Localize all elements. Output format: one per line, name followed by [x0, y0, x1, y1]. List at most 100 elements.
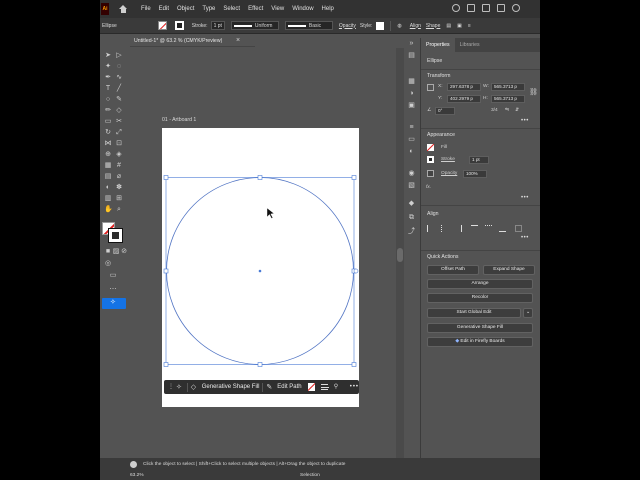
x-field[interactable]: 297.6378 p [447, 83, 481, 91]
handle-bottom [257, 362, 263, 367]
panel-icon-column: » ▤ ▦ ◑ ▣ ≡ ▭ ◐ ◉ ▧ ◆ ⧉ ⤴ [405, 40, 419, 460]
align-bottom-icon[interactable] [499, 225, 506, 232]
align-title: Align [427, 211, 439, 217]
appearance-more-icon[interactable]: ••• [521, 195, 529, 201]
transform-title: Transform [427, 73, 451, 79]
global-edit-dropdown-icon[interactable]: ⌄ [523, 308, 533, 318]
selected-object-type: Ellipse [427, 58, 443, 64]
h-field[interactable]: 565.3713 p [491, 95, 525, 103]
layers-icon[interactable]: ◆ [407, 200, 416, 208]
artboards-icon[interactable]: ⧉ [407, 214, 416, 222]
handle-top-left [163, 175, 169, 180]
separator [262, 382, 264, 392]
status-mode[interactable]: Selection [300, 473, 320, 478]
flip-vertical-icon[interactable]: ⇵ [515, 108, 519, 113]
appearance-stroke-swatch[interactable] [427, 156, 434, 163]
info-icon [130, 461, 137, 468]
divider [421, 128, 540, 129]
generative-shape-fill-button-panel[interactable]: Generative Shape Fill [427, 323, 533, 333]
vertical-scrollbar[interactable] [396, 48, 404, 458]
w-field[interactable]: 565.3713 p [491, 83, 525, 91]
appearance-icon[interactable]: ◉ [407, 170, 416, 178]
appearance-title: Appearance [427, 132, 455, 138]
appearance-fill-swatch[interactable] [427, 144, 434, 151]
x-label: X: [438, 84, 443, 89]
opacity-field[interactable]: 100% [463, 170, 487, 178]
color-icon[interactable]: ◑ [407, 90, 416, 98]
fill-label: Fill [441, 145, 448, 150]
generative-sparkle-icon[interactable]: ✧ [176, 383, 184, 392]
divider [421, 205, 540, 206]
center-point [258, 269, 262, 273]
offset-path-button[interactable]: Offset Path [427, 265, 479, 275]
flip-ratio-text[interactable]: 3/4 [491, 108, 498, 113]
zoom-level[interactable]: 63.2% [130, 473, 144, 478]
angle-field[interactable]: 0° [435, 107, 455, 115]
generative-fill-icon: ◇ [190, 383, 197, 391]
illustrator-window: Ai File Edit Object Type Select Effect V… [100, 0, 540, 480]
fill-swatch-icon[interactable] [307, 383, 315, 391]
status-hint: Click the object to select | Shift+Click… [143, 462, 346, 467]
more-options-icon[interactable]: ••• [350, 384, 359, 390]
stroke-label[interactable]: Stroke [441, 157, 455, 162]
libraries-icon[interactable]: ▦ [407, 78, 416, 86]
tab-properties[interactable]: Properties [421, 38, 455, 52]
color-guide-icon[interactable]: ▣ [407, 102, 416, 110]
align-to-selection-icon[interactable] [515, 225, 522, 232]
expand-shape-button[interactable]: Expand Shape [483, 265, 535, 275]
stroke-panel-icon[interactable]: ≡ [407, 124, 416, 132]
start-global-edit-button[interactable]: Start Global Edit [427, 308, 521, 318]
hamburger-icon[interactable] [320, 384, 329, 390]
stroke-weight-field[interactable]: 1 pt [469, 156, 489, 164]
asset-export-icon[interactable]: ⤴ [407, 228, 416, 236]
align-top-icon[interactable] [471, 225, 478, 232]
divider [421, 250, 540, 251]
drag-handle-icon[interactable]: ⋮ [168, 383, 176, 392]
y-label: Y: [438, 96, 443, 101]
align-hcenter-icon[interactable] [441, 225, 448, 232]
properties-panel: Properties Libraries Ellipse Transform X… [420, 38, 540, 458]
constrain-proportions-icon[interactable]: ⛓ [529, 88, 538, 96]
mouse-cursor [266, 207, 275, 219]
align-left-icon[interactable] [427, 225, 434, 232]
status-bar: Click the object to select | Shift+Click… [100, 458, 540, 480]
flip-horizontal-icon[interactable]: ⇋ [505, 108, 509, 113]
generative-shape-fill-button[interactable]: Generative Shape Fill [202, 384, 260, 390]
y-field[interactable]: 402.2979 p [447, 95, 481, 103]
letterbox-right [540, 0, 640, 480]
pin-icon[interactable]: ⚲ [334, 383, 342, 392]
arrange-button[interactable]: Arrange [427, 279, 533, 289]
fx-icon[interactable]: fx. [426, 185, 431, 190]
edit-in-firefly-boards-button[interactable]: ◆ Edit in Firefly Boards [427, 337, 533, 347]
live-corner-widget [353, 268, 359, 274]
w-label: W: [483, 84, 489, 89]
edit-in-firefly-label: Edit in Firefly Boards [460, 339, 505, 344]
divider [421, 69, 540, 70]
scroll-thumb[interactable] [397, 248, 403, 262]
opacity-label[interactable]: Opacity [441, 171, 457, 176]
collapse-icon[interactable]: » [407, 40, 416, 48]
properties-panel-icon[interactable]: ▤ [407, 52, 416, 60]
handle-bottom-left [163, 362, 169, 367]
edit-path-icon: ✎ [266, 383, 273, 391]
edit-path-button[interactable]: Edit Path [277, 384, 301, 390]
properties-tabs: Properties Libraries [421, 38, 540, 52]
h-label: H: [483, 96, 488, 101]
recolor-button[interactable]: Recolor [427, 293, 533, 303]
reference-point-icon[interactable] [427, 84, 434, 91]
graphic-styles-icon[interactable]: ▧ [407, 182, 416, 190]
align-more-icon[interactable]: ••• [521, 235, 529, 241]
quick-actions-title: Quick Actions [427, 254, 459, 260]
align-vcenter-icon[interactable] [485, 225, 492, 232]
none-slash-icon [427, 144, 434, 151]
handle-left [163, 268, 169, 274]
letterbox-left [0, 0, 100, 480]
transform-more-icon[interactable]: ••• [521, 118, 529, 124]
transparency-icon[interactable]: ◐ [407, 148, 416, 156]
separator [186, 382, 188, 392]
handle-top-right [351, 175, 357, 180]
gradient-panel-icon[interactable]: ▭ [407, 136, 416, 144]
tab-libraries[interactable]: Libraries [455, 38, 485, 52]
align-right-icon[interactable] [455, 225, 462, 232]
handle-bottom-right [351, 362, 357, 367]
